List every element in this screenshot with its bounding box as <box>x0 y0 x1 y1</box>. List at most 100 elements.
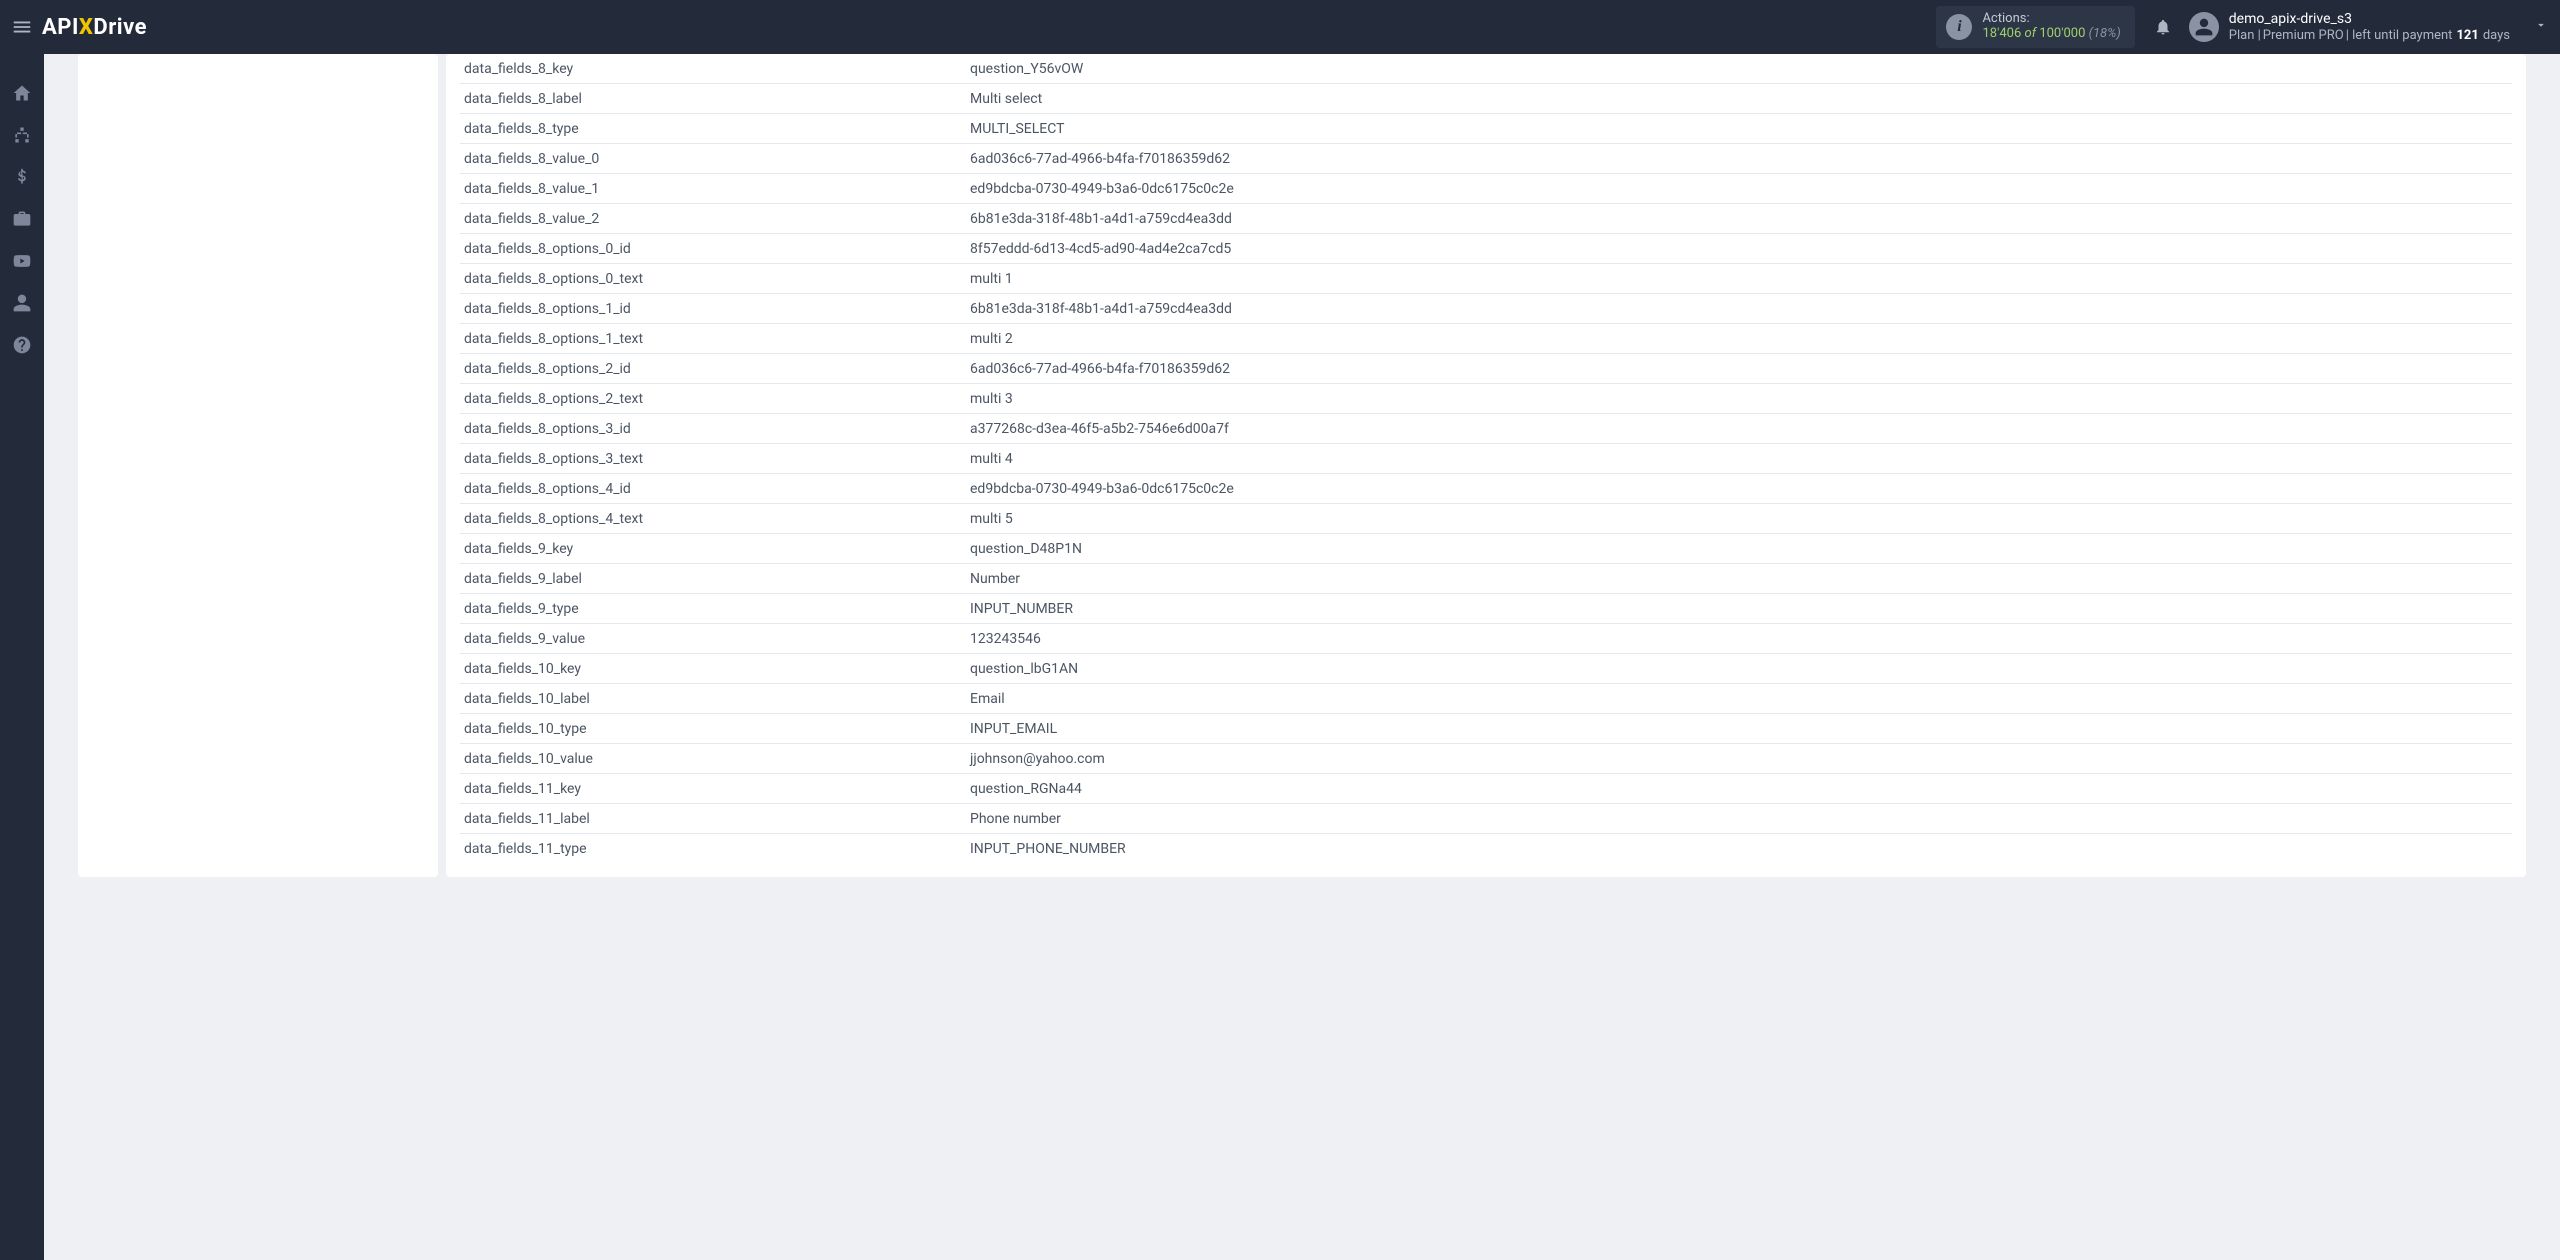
plan-days-num: 121 <box>2454 28 2480 43</box>
actions-used: 18'406 <box>1982 26 2021 41</box>
menu-toggle-button[interactable] <box>8 13 36 41</box>
youtube-icon <box>12 251 32 271</box>
data-field-row: data_fields_8_options_1_id6b81e3da-318f-… <box>460 294 2512 324</box>
data-field-key: data_fields_8_options_3_text <box>460 451 970 467</box>
data-field-value: multi 3 <box>970 391 2512 407</box>
data-field-key: data_fields_8_value_0 <box>460 151 970 167</box>
data-field-value: multi 2 <box>970 331 2512 347</box>
data-field-key: data_fields_8_options_3_id <box>460 421 970 437</box>
data-field-row: data_fields_10_valuejjohnson@yahoo.com <box>460 744 2512 774</box>
data-field-row: data_fields_8_options_2_id6ad036c6-77ad-… <box>460 354 2512 384</box>
actions-counter[interactable]: i Actions: 18'406 of 100'000 (18%) <box>1936 6 2134 48</box>
data-field-value: INPUT_EMAIL <box>970 721 2512 737</box>
data-field-key: data_fields_10_key <box>460 661 970 677</box>
user-name: demo_apix-drive_s3 <box>2229 11 2510 27</box>
main-scroll-area[interactable]: data_fields_8_keyquestion_Y56vOWdata_fie… <box>44 54 2560 1260</box>
nav-profile[interactable] <box>0 282 44 324</box>
data-field-key: data_fields_9_label <box>460 571 970 587</box>
plan-mid: | left until payment <box>2346 28 2453 43</box>
data-field-key: data_fields_8_value_1 <box>460 181 970 197</box>
data-field-value: Multi select <box>970 91 2512 107</box>
nav-home[interactable] <box>0 72 44 114</box>
data-field-key: data_fields_8_options_2_id <box>460 361 970 377</box>
data-field-row: data_fields_8_options_4_ided9bdcba-0730-… <box>460 474 2512 504</box>
data-field-key: data_fields_11_key <box>460 781 970 797</box>
data-field-value: Phone number <box>970 811 2512 827</box>
nav-connections[interactable] <box>0 114 44 156</box>
data-field-row: data_fields_8_value_1ed9bdcba-0730-4949-… <box>460 174 2512 204</box>
data-field-row: data_fields_8_options_3_ida377268c-d3ea-… <box>460 414 2512 444</box>
data-field-row: data_fields_10_keyquestion_lbG1AN <box>460 654 2512 684</box>
data-field-row: data_fields_11_labelPhone number <box>460 804 2512 834</box>
data-field-value: ed9bdcba-0730-4949-b3a6-0dc6175c0c2e <box>970 181 2512 197</box>
chevron-down-icon <box>2534 18 2548 32</box>
data-field-row: data_fields_8_typeMULTI_SELECT <box>460 114 2512 144</box>
data-field-key: data_fields_10_type <box>460 721 970 737</box>
nav-help[interactable] <box>0 324 44 366</box>
data-field-value: a377268c-d3ea-46f5-a5b2-7546e6d00a7f <box>970 421 2512 437</box>
data-field-row: data_fields_8_options_3_textmulti 4 <box>460 444 2512 474</box>
info-icon: i <box>1946 14 1972 40</box>
left-panel <box>78 54 438 877</box>
actions-label: Actions: <box>1982 12 2120 27</box>
brand-logo[interactable]: APIXDrive <box>42 15 147 40</box>
data-field-value: multi 1 <box>970 271 2512 287</box>
data-field-row: data_fields_8_options_4_textmulti 5 <box>460 504 2512 534</box>
data-field-value: Email <box>970 691 2512 707</box>
data-field-key: data_fields_8_value_2 <box>460 211 970 227</box>
data-field-value: question_lbG1AN <box>970 661 2512 677</box>
home-icon <box>12 83 32 103</box>
data-field-row: data_fields_9_typeINPUT_NUMBER <box>460 594 2512 624</box>
data-field-row: data_fields_8_labelMulti select <box>460 84 2512 114</box>
data-field-value: 6b81e3da-318f-48b1-a4d1-a759cd4ea3dd <box>970 301 2512 317</box>
data-field-key: data_fields_8_type <box>460 121 970 137</box>
briefcase-icon <box>12 209 32 229</box>
data-field-row: data_fields_8_options_2_textmulti 3 <box>460 384 2512 414</box>
profile-icon <box>12 293 32 313</box>
plan-prefix: Plan | <box>2229 28 2261 43</box>
data-field-value: MULTI_SELECT <box>970 121 2512 137</box>
data-field-value: jjohnson@yahoo.com <box>970 751 2512 767</box>
data-field-value: multi 5 <box>970 511 2512 527</box>
data-field-key: data_fields_8_key <box>460 61 970 77</box>
data-field-key: data_fields_8_options_1_text <box>460 331 970 347</box>
data-field-value: 8f57eddd-6d13-4cd5-ad90-4ad4e2ca7cd5 <box>970 241 2512 257</box>
data-field-value: question_RGNa44 <box>970 781 2512 797</box>
actions-total: 100'000 <box>2039 26 2085 41</box>
data-field-row: data_fields_8_keyquestion_Y56vOW <box>460 54 2512 84</box>
data-field-value: INPUT_NUMBER <box>970 601 2512 617</box>
data-field-key: data_fields_11_type <box>460 841 970 857</box>
data-field-value: question_D48P1N <box>970 541 2512 557</box>
data-field-row: data_fields_9_value123243546 <box>460 624 2512 654</box>
sitemap-icon <box>12 125 32 145</box>
notifications-button[interactable] <box>2147 11 2179 43</box>
data-field-value: 123243546 <box>970 631 2512 647</box>
data-field-key: data_fields_11_label <box>460 811 970 827</box>
user-menu[interactable]: demo_apix-drive_s3 Plan | Premium PRO | … <box>2189 11 2548 42</box>
actions-text: Actions: 18'406 of 100'000 (18%) <box>1982 12 2120 42</box>
data-field-key: data_fields_9_type <box>460 601 970 617</box>
data-field-row: data_fields_9_keyquestion_D48P1N <box>460 534 2512 564</box>
hamburger-icon <box>11 16 33 38</box>
user-avatar <box>2189 12 2219 42</box>
data-field-value: question_Y56vOW <box>970 61 2512 77</box>
data-field-key: data_fields_9_value <box>460 631 970 647</box>
data-field-key: data_fields_8_options_4_id <box>460 481 970 497</box>
data-field-row: data_fields_10_typeINPUT_EMAIL <box>460 714 2512 744</box>
user-icon <box>2194 17 2214 37</box>
nav-billing[interactable] <box>0 156 44 198</box>
data-field-row: data_fields_10_labelEmail <box>460 684 2512 714</box>
plan-name: Premium PRO <box>2263 28 2344 43</box>
data-field-key: data_fields_8_label <box>460 91 970 107</box>
data-fields-panel: data_fields_8_keyquestion_Y56vOWdata_fie… <box>446 54 2526 877</box>
data-field-row: data_fields_11_typeINPUT_PHONE_NUMBER <box>460 834 2512 863</box>
nav-projects[interactable] <box>0 198 44 240</box>
actions-of: of <box>2025 26 2037 41</box>
actions-pct: (18%) <box>2089 26 2121 41</box>
data-field-value: multi 4 <box>970 451 2512 467</box>
data-field-key: data_fields_8_options_1_id <box>460 301 970 317</box>
brand-part1: API <box>42 15 79 40</box>
data-field-key: data_fields_9_key <box>460 541 970 557</box>
nav-video[interactable] <box>0 240 44 282</box>
data-field-key: data_fields_8_options_0_id <box>460 241 970 257</box>
